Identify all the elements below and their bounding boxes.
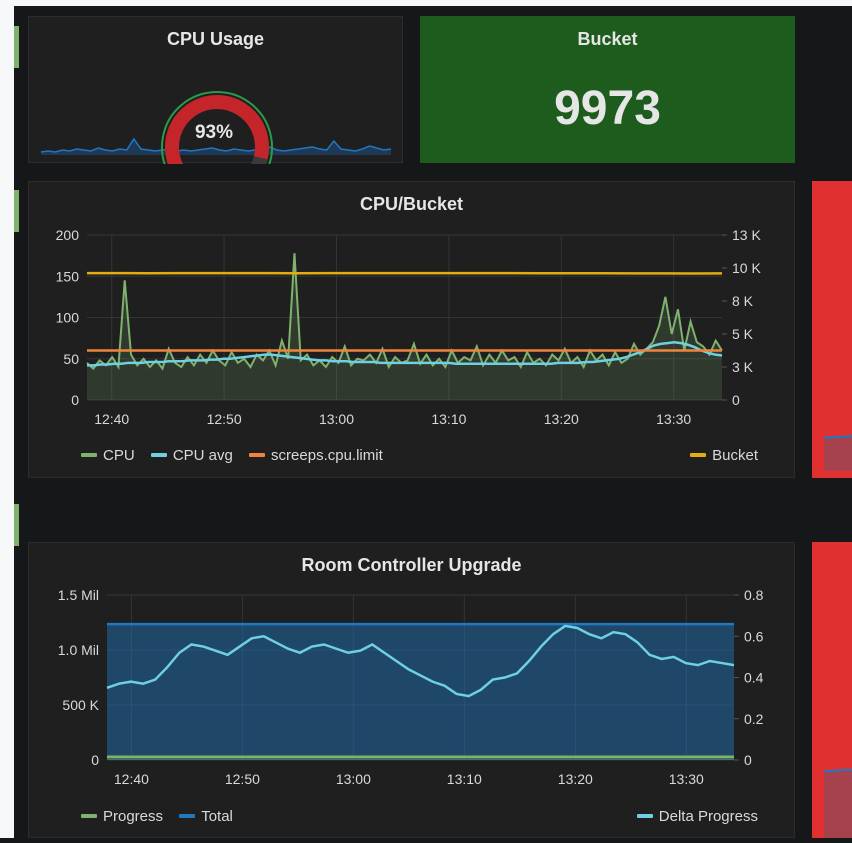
right-panel-1-sparkline [812,181,852,478]
room-controller-panel[interactable]: Room Controller Upgrade 0500 K1.0 Mil1.5… [28,542,795,838]
x-tick-label: 13:10 [447,771,482,787]
x-tick-label: 13:20 [558,771,593,787]
x-tick-label: 13:10 [431,411,466,427]
x-tick-label: 13:30 [656,411,691,427]
x-tick-label: 12:50 [207,411,242,427]
right-panel-2[interactable] [812,542,852,838]
y-left-tick-label: 150 [56,268,80,284]
right-panel-1[interactable] [812,181,852,478]
cpu-bucket-panel[interactable]: CPU/Bucket 05010015020003 K5 K8 K10 K13 … [28,181,795,478]
row-collapse-handle-3[interactable] [14,504,19,546]
y-right-tick-label: 0 [732,392,740,408]
legend-item-cpu-limit[interactable]: screeps.cpu.limit [249,447,383,464]
x-tick-label: 13:30 [669,771,704,787]
cpu-usage-panel[interactable]: CPU Usage 93% [28,16,403,163]
y-left-tick-label: 0 [71,392,79,408]
y-left-tick-label: 1.5 Mil [58,587,99,603]
x-tick-label: 12:40 [94,411,129,427]
legend-item-cpu-avg[interactable]: CPU avg [151,447,233,464]
bucket-title: Bucket [421,29,794,50]
legend-item-total[interactable]: Total [179,808,233,825]
y-left-tick-label: 100 [56,310,80,326]
right-panel-2-sparkline [812,542,852,838]
y-left-tick-label: 0 [91,752,99,768]
x-tick-label: 13:20 [544,411,579,427]
legend-item-progress[interactable]: Progress [81,808,163,825]
x-tick-label: 12:50 [225,771,260,787]
window-top-edge [0,0,852,6]
bucket-panel[interactable]: Bucket 9973 [420,16,795,163]
row-collapse-handle-2[interactable] [14,190,19,232]
room-controller-legend-right: Delta Progress [637,805,758,825]
y-right-tick-label: 10 K [732,260,761,276]
cpu-area [87,253,722,400]
legend-item-bucket[interactable]: Bucket [690,447,758,464]
row-collapse-handle-1[interactable] [14,26,19,68]
y-right-tick-label: 13 K [732,227,761,243]
room-controller-legend: Progress Total [81,805,245,825]
cpu-bucket-legend-right: Bucket [690,444,758,464]
legend-item-cpu[interactable]: CPU [81,447,135,464]
y-left-tick-label: 500 K [62,697,99,713]
x-tick-label: 13:00 [319,411,354,427]
y-right-tick-label: 8 K [732,293,754,309]
y-right-tick-label: 0.8 [744,587,764,603]
y-right-tick-label: 0 [744,752,752,768]
y-right-tick-label: 5 K [732,326,754,342]
y-right-tick-label: 0.4 [744,670,764,686]
cpu-bucket-legend: CPU CPU avg screeps.cpu.limit [81,444,395,464]
x-tick-label: 12:40 [114,771,149,787]
bucket-value: 9973 [421,81,794,136]
cpu-bucket-chart: 0 50 100 150 200 0 3 K 5 K 8 K 10 K 13 K 12:40 12:50… [29,182,796,479]
y-right-tick-label: 0.6 [744,628,764,644]
y-left-tick-label: 50 [63,351,79,367]
y-right-tick-label: 3 K [732,359,754,375]
room-controller-chart: 0 500 K 1.0 Mil 1.5 Mil 0 0.2 0.4 0.6 0.8 12:40 12… [29,543,796,839]
window-left-edge [0,0,14,838]
cpu-usage-value: 93% [179,122,249,144]
y-left-tick-label: 1.0 Mil [58,642,99,658]
legend-item-delta-progress[interactable]: Delta Progress [637,808,758,825]
y-right-tick-label: 0.2 [744,711,764,727]
x-tick-label: 13:00 [336,771,371,787]
y-left-tick-label: 200 [56,227,80,243]
